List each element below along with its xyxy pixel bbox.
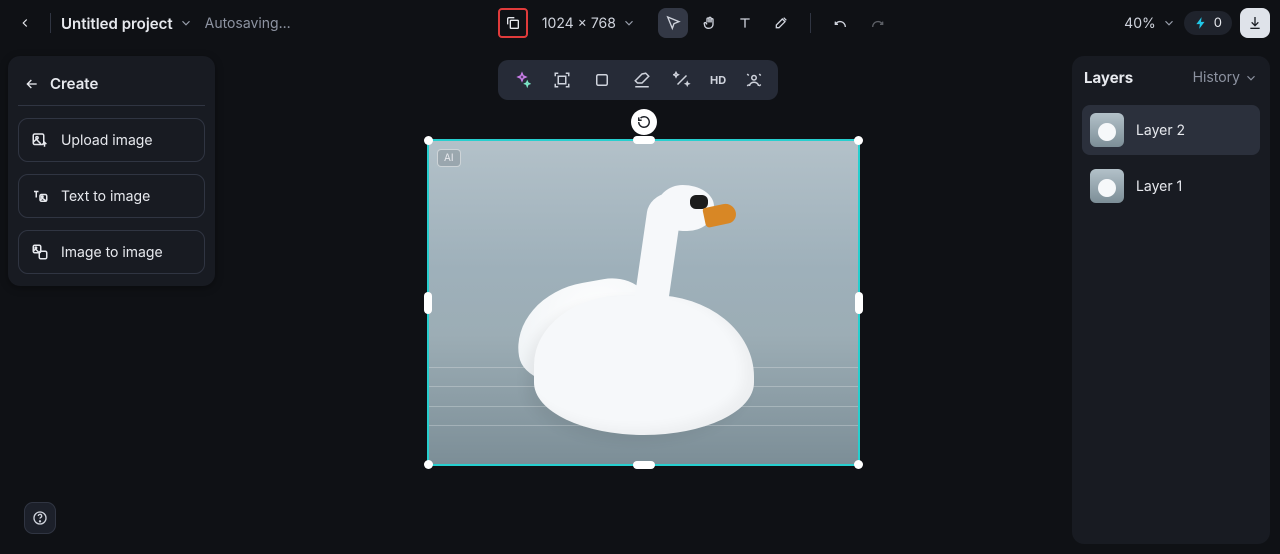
back-button[interactable] bbox=[10, 8, 40, 38]
bolt-icon bbox=[1194, 16, 1208, 30]
layer-item[interactable]: Layer 2 bbox=[1082, 105, 1260, 155]
undo-button[interactable] bbox=[825, 8, 855, 38]
redo-button[interactable] bbox=[863, 8, 893, 38]
divider bbox=[50, 13, 51, 33]
text-to-image-button[interactable]: Text to image bbox=[18, 174, 205, 218]
arrow-left-icon bbox=[24, 76, 40, 92]
create-header[interactable]: Create bbox=[18, 66, 205, 106]
crop-button[interactable] bbox=[584, 66, 620, 94]
resize-handle-tl[interactable] bbox=[424, 136, 433, 145]
text-to-image-icon bbox=[31, 187, 49, 205]
left-panel: Create Upload image Text to image Image … bbox=[8, 56, 215, 286]
canvas-image bbox=[429, 141, 858, 464]
chevron-down-icon bbox=[1244, 71, 1258, 85]
layer-thumbnail bbox=[1090, 113, 1124, 147]
chevron-down-icon bbox=[1162, 16, 1176, 30]
divider bbox=[810, 13, 811, 33]
resize-handle-bottom[interactable] bbox=[633, 461, 655, 469]
top-bar: Untitled project Autosaving... 1024 × 76… bbox=[0, 0, 1280, 46]
resize-handle-left[interactable] bbox=[424, 292, 432, 314]
text-to-image-label: Text to image bbox=[61, 188, 150, 205]
ai-edit-button[interactable] bbox=[504, 66, 540, 94]
resize-handle-tr[interactable] bbox=[854, 136, 863, 145]
image-to-image-label: Image to image bbox=[61, 244, 163, 261]
context-toolbar: HD bbox=[498, 60, 778, 100]
download-button[interactable] bbox=[1240, 8, 1270, 38]
chevron-down-icon bbox=[179, 16, 193, 30]
remove-background-button[interactable] bbox=[736, 66, 772, 94]
credits-count: 0 bbox=[1214, 15, 1222, 31]
canvas-dimensions-dropdown[interactable]: 1024 × 768 bbox=[536, 13, 642, 34]
zoom-label: 40% bbox=[1124, 15, 1156, 32]
upload-image-button[interactable]: Upload image bbox=[18, 118, 205, 162]
layer-name: Layer 1 bbox=[1136, 178, 1182, 195]
zoom-dropdown[interactable]: 40% bbox=[1124, 15, 1176, 32]
upload-image-icon bbox=[31, 131, 49, 149]
tab-history[interactable]: History bbox=[1193, 69, 1258, 86]
generative-expand-button[interactable] bbox=[544, 66, 580, 94]
project-title: Untitled project bbox=[61, 14, 173, 33]
image-to-image-icon bbox=[31, 243, 49, 261]
rotate-handle[interactable] bbox=[631, 109, 657, 135]
layer-thumbnail bbox=[1090, 169, 1124, 203]
resize-handle-bl[interactable] bbox=[424, 460, 433, 469]
resize-handle-top[interactable] bbox=[633, 136, 655, 144]
image-to-image-button[interactable]: Image to image bbox=[18, 230, 205, 274]
selected-layer[interactable]: AI bbox=[427, 139, 860, 466]
hd-upscale-button[interactable]: HD bbox=[704, 66, 732, 94]
select-tool[interactable] bbox=[658, 8, 688, 38]
ai-badge: AI bbox=[437, 149, 461, 167]
project-title-dropdown[interactable]: Untitled project bbox=[61, 14, 193, 33]
credits-pill[interactable]: 0 bbox=[1184, 11, 1232, 35]
erase-button[interactable] bbox=[624, 66, 660, 94]
magic-wand-button[interactable] bbox=[664, 66, 700, 94]
chevron-down-icon bbox=[622, 16, 636, 30]
resize-canvas-button[interactable] bbox=[498, 8, 528, 38]
save-status: Autosaving... bbox=[205, 15, 291, 32]
brush-tool[interactable] bbox=[766, 8, 796, 38]
resize-handle-right[interactable] bbox=[855, 292, 863, 314]
text-tool[interactable] bbox=[730, 8, 760, 38]
layer-name: Layer 2 bbox=[1136, 122, 1185, 139]
help-button[interactable] bbox=[24, 502, 56, 534]
hd-label: HD bbox=[710, 73, 726, 87]
layer-item[interactable]: Layer 1 bbox=[1082, 161, 1260, 211]
upload-image-label: Upload image bbox=[61, 132, 153, 149]
canvas-dimensions-label: 1024 × 768 bbox=[542, 15, 616, 32]
pan-tool[interactable] bbox=[694, 8, 724, 38]
tab-layers[interactable]: Layers bbox=[1084, 68, 1133, 87]
resize-handle-br[interactable] bbox=[854, 460, 863, 469]
right-panel: Layers History Layer 2 Layer 1 bbox=[1072, 56, 1270, 544]
create-title: Create bbox=[50, 74, 98, 93]
